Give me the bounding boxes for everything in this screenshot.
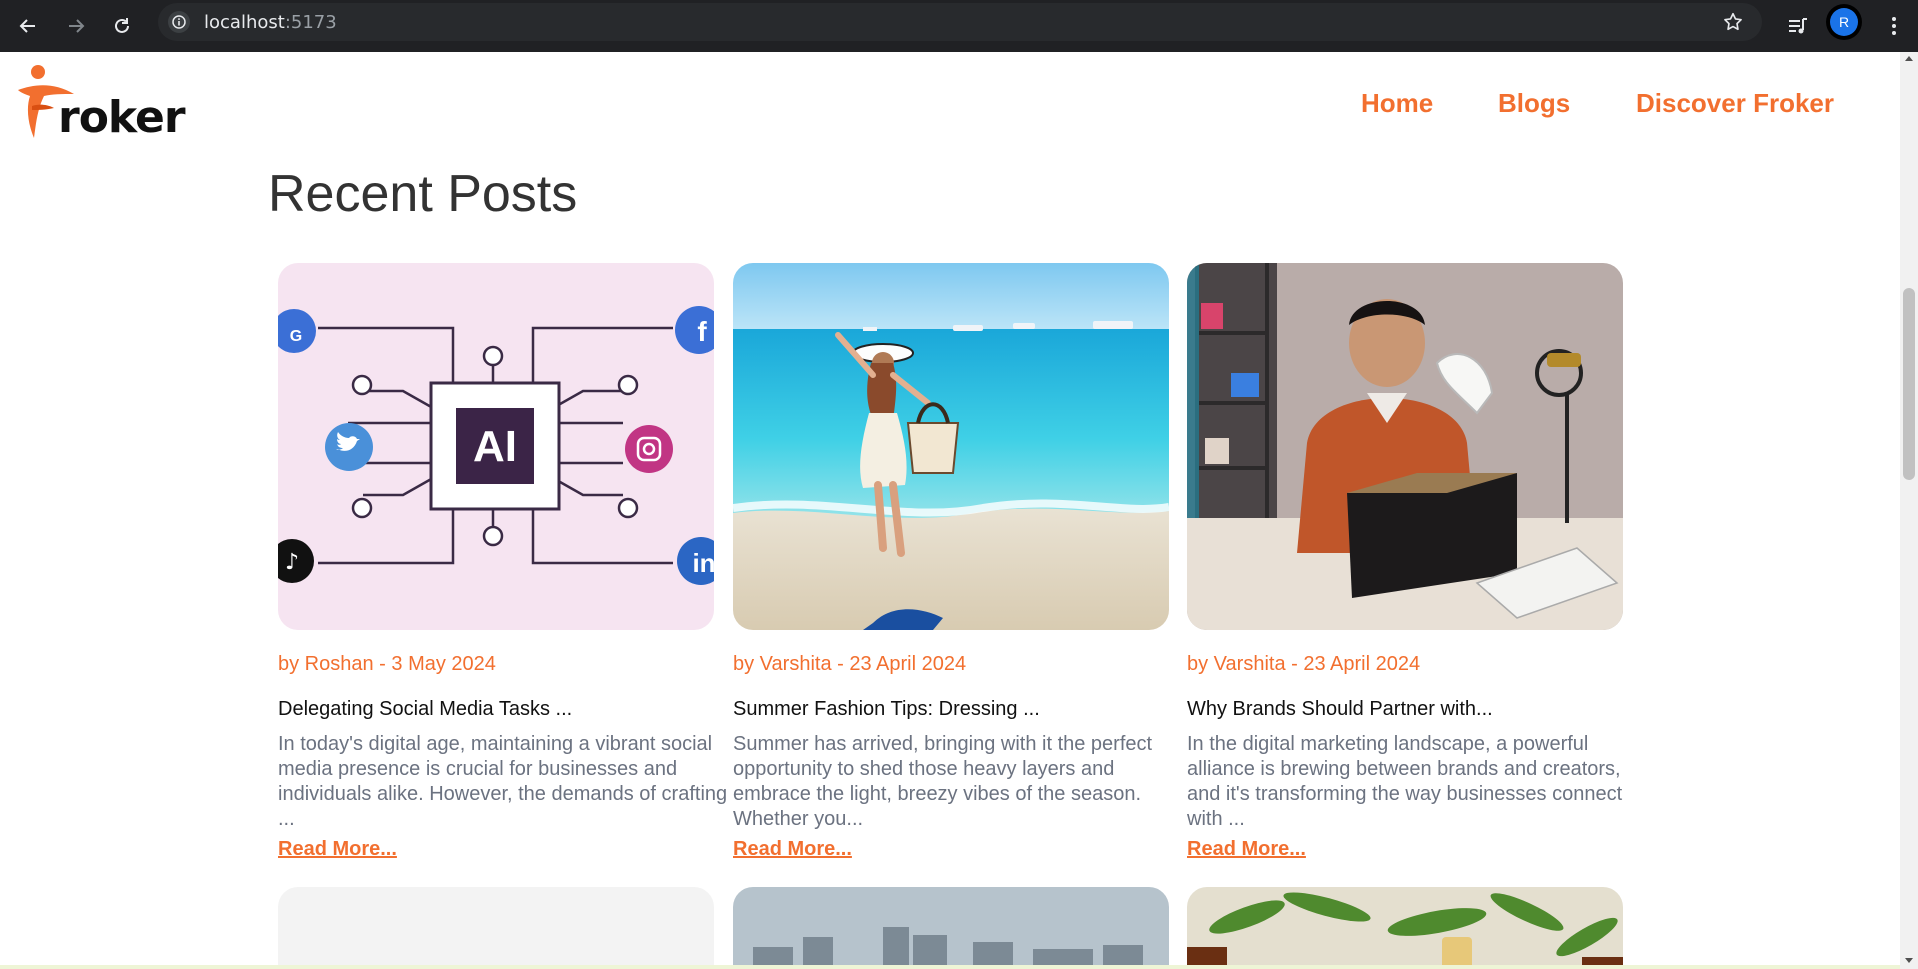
post-thumbnail-ai-social-media[interactable]: AI G f ♪ in <box>278 263 714 630</box>
post-card: by Varshita - 23 April 2024 Summer Fashi… <box>733 263 1169 860</box>
post-author-date: by Varshita - 23 April 2024 <box>733 653 967 675</box>
post-title[interactable]: Why Brands Should Partner with... <box>1187 698 1493 721</box>
browser-toolbar: localhost:5173 R <box>0 0 1918 52</box>
ai-chip-label: AI <box>473 422 517 471</box>
svg-text:f: f <box>697 316 707 347</box>
post-author-date: by Varshita - 23 April 2024 <box>1187 653 1421 675</box>
back-arrow-icon <box>19 19 35 33</box>
menu-kebab-icon[interactable] <box>1876 8 1912 44</box>
read-more-link[interactable]: Read More... <box>1187 838 1306 861</box>
svg-text:♪: ♪ <box>285 550 299 575</box>
post-excerpt: In today's digital age, maintaining a vi… <box>278 733 728 830</box>
herbs-oil-bottles-photo <box>1187 887 1623 969</box>
post-excerpt: Summer has arrived, bringing with it the… <box>733 733 1153 830</box>
site-info-icon[interactable] <box>168 11 190 33</box>
ai-circuit-illustration: AI G f ♪ in <box>278 263 714 630</box>
post-author-date: by Roshan - 3 May 2024 <box>278 653 496 675</box>
section-title: Recent Posts <box>268 165 578 223</box>
scroll-down-arrow-icon[interactable] <box>1905 958 1913 963</box>
url-host: localhost <box>204 12 285 33</box>
reload-icon <box>115 18 129 33</box>
svg-text:in: in <box>692 548 714 578</box>
post-title[interactable]: Summer Fashion Tips: Dressing ... <box>733 698 1040 721</box>
creator-unboxing-shoe-photo <box>1187 263 1623 630</box>
nav-blogs-link[interactable]: Blogs <box>1498 88 1570 119</box>
post-thumbnail-herbs[interactable] <box>1187 887 1623 969</box>
scroll-up-arrow-icon[interactable] <box>1905 56 1913 61</box>
svg-text:G: G <box>290 328 302 345</box>
post-title[interactable]: Delegating Social Media Tasks ... <box>278 698 572 721</box>
page-bottom-edge <box>0 965 1900 969</box>
scrollbar-thumb[interactable] <box>1903 288 1915 480</box>
post-thumbnail-blank[interactable] <box>278 887 714 969</box>
post-card: by Varshita - 23 April 2024 Why Brands S… <box>1187 263 1623 860</box>
logo-wordmark: roker <box>58 92 186 143</box>
forward-arrow-icon <box>69 19 85 33</box>
media-control-icon[interactable] <box>1780 8 1816 44</box>
url-text: localhost:5173 <box>204 12 337 33</box>
post-thumbnail-creator[interactable] <box>1187 263 1623 630</box>
froker-logo[interactable]: roker <box>14 64 186 143</box>
profile-avatar[interactable]: R <box>1830 8 1858 36</box>
city-skyline-photo <box>733 887 1169 969</box>
post-card: AI G f ♪ in by Roshan - 3 May 2024 Deleg… <box>278 263 727 860</box>
back-button[interactable] <box>8 8 48 44</box>
read-more-link[interactable]: Read More... <box>733 838 852 861</box>
url-port: :5173 <box>284 12 337 33</box>
address-bar[interactable]: localhost:5173 <box>158 3 1762 41</box>
bookmark-star-icon[interactable] <box>1722 11 1744 38</box>
vertical-scrollbar[interactable] <box>1900 52 1918 969</box>
reload-button[interactable] <box>102 8 142 44</box>
read-more-link[interactable]: Read More... <box>278 838 397 861</box>
page-viewport: roker Home Blogs Discover Froker Recent … <box>0 52 1900 969</box>
post-thumbnail-city[interactable] <box>733 887 1169 969</box>
post-excerpt: In the digital marketing landscape, a po… <box>1187 733 1623 830</box>
nav-home-link[interactable]: Home <box>1361 88 1433 119</box>
beach-woman-photo <box>733 263 1169 630</box>
nav-discover-froker-link[interactable]: Discover Froker <box>1636 88 1834 119</box>
post-thumbnail-beach[interactable] <box>733 263 1169 630</box>
forward-button[interactable] <box>56 8 96 44</box>
